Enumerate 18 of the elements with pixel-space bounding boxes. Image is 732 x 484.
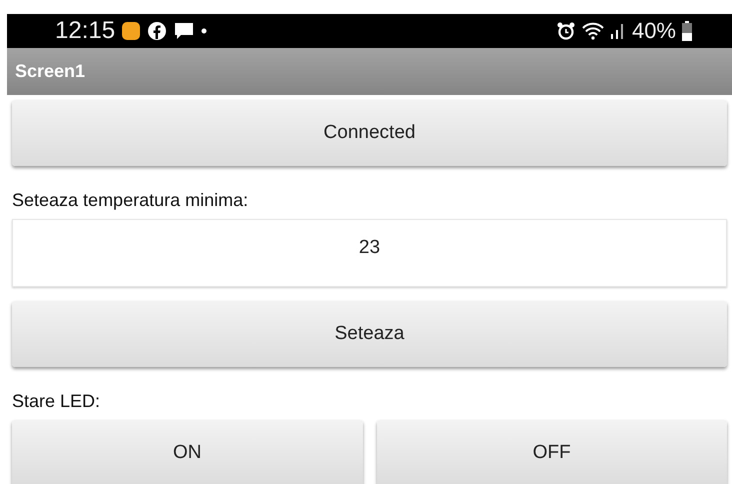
led-button[interactable]: OFF (376, 420, 727, 484)
led-button[interactable]: ON (12, 420, 362, 484)
temperature-field[interactable]: 23 (12, 219, 727, 287)
signal-icon (610, 22, 626, 40)
field-label: Stare LED: (12, 391, 102, 412)
app-icon (121, 21, 142, 41)
alarm-icon (556, 21, 576, 41)
status-time: 12:15 (55, 17, 116, 45)
dot-icon (201, 28, 208, 34)
battery-percent: 40% (632, 18, 676, 44)
set-button[interactable]: Seteaza (12, 301, 727, 367)
battery-icon (682, 21, 692, 41)
wifi-icon (582, 22, 604, 40)
connect-button[interactable]: Connected (12, 100, 727, 166)
facebook-icon (147, 21, 168, 41)
message-icon (173, 21, 196, 41)
field-label: Seteaza temperatura minima: (12, 190, 250, 211)
screen-title: Screen1 (15, 61, 86, 82)
